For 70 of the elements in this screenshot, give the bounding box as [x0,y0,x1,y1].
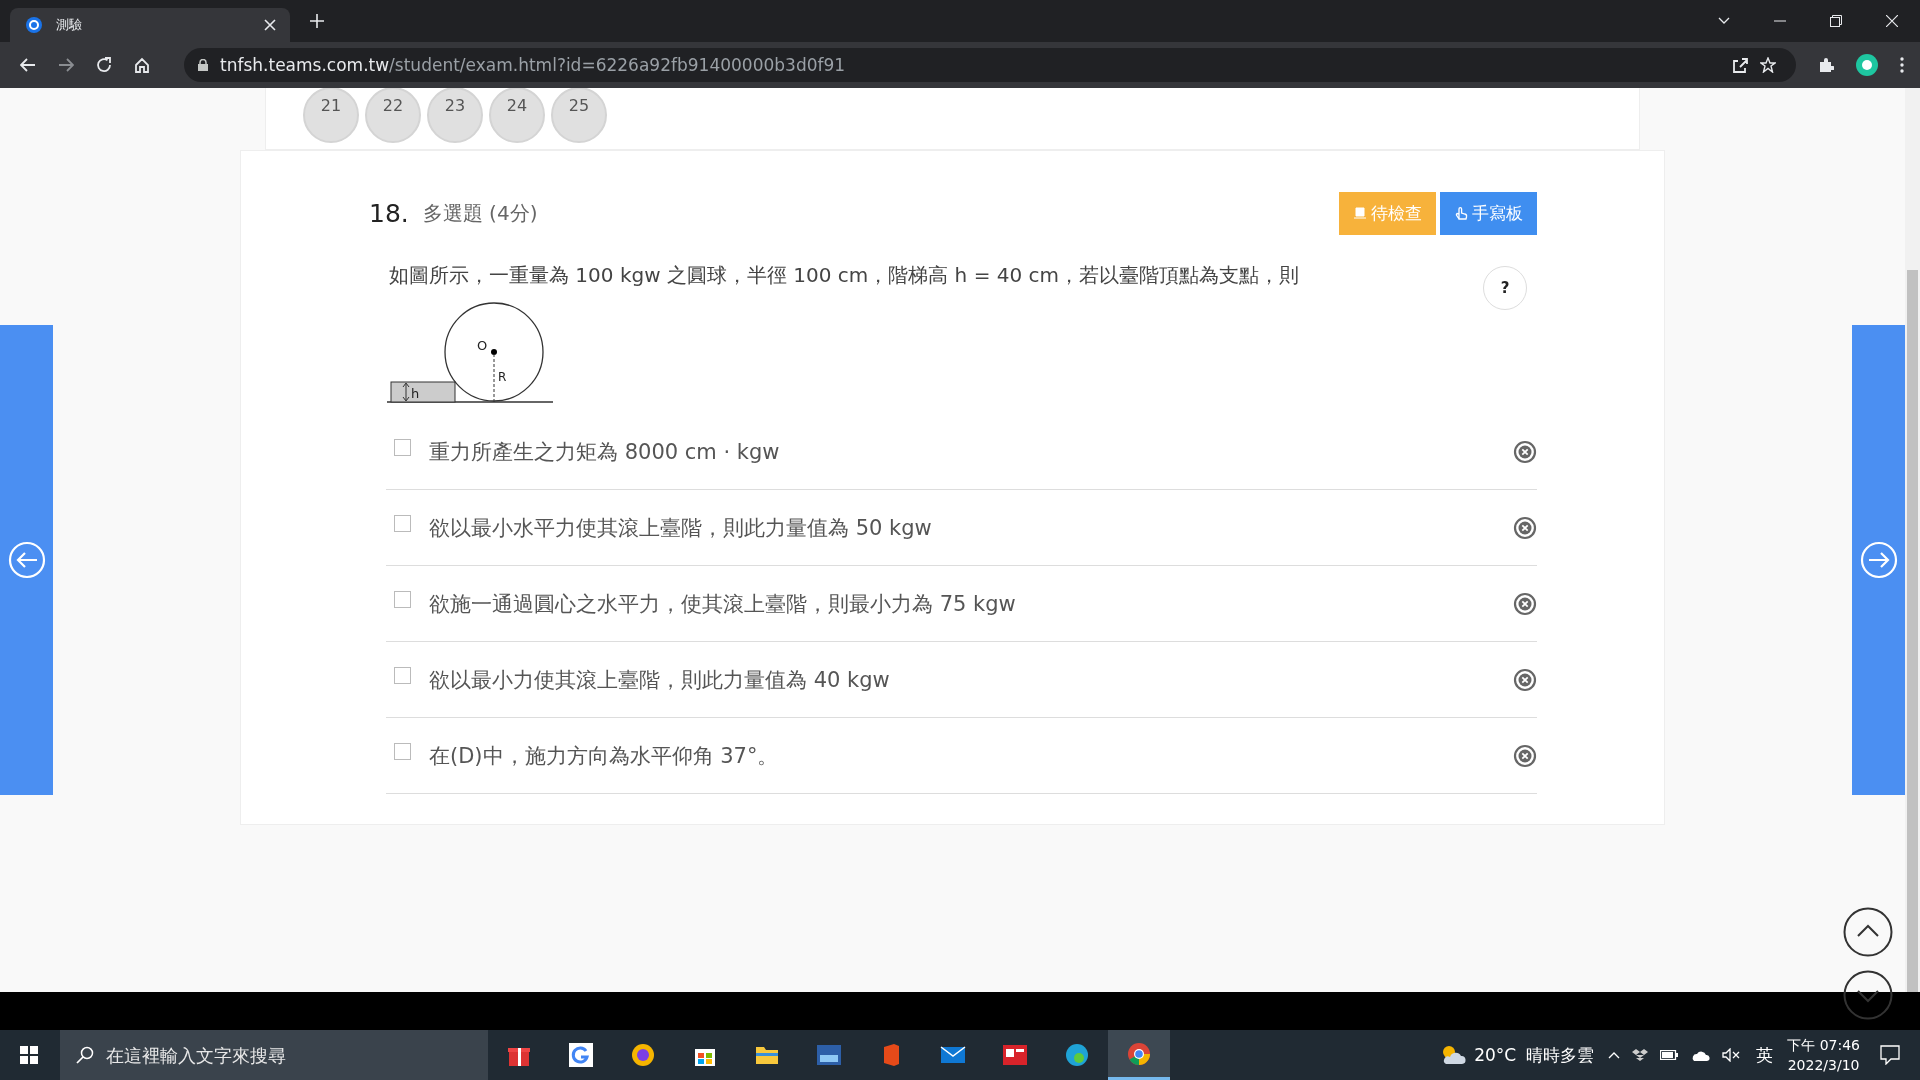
question-number-button[interactable]: 21 [303,88,359,143]
option-text: 在(D)中，施力方向為水平仰角 37°。 [429,742,779,770]
clock-date[interactable]: 2022/3/10 [1787,1055,1860,1075]
strike-option-icon[interactable] [1513,591,1537,616]
speaker-muted-icon[interactable] [1722,1048,1741,1062]
question-type: 多選題 (4分) [422,199,538,227]
forward-arrow-icon [58,58,74,72]
scroll-down-button-icon[interactable] [1843,970,1893,1020]
option-text: 重力所產生之力矩為 8000 cm · kgw [429,438,780,466]
question-number-button[interactable]: 25 [551,88,607,143]
profile-avatar-icon[interactable] [1856,54,1878,76]
right-arrow-circle-icon [1859,541,1898,579]
scrollbar-thumb[interactable] [1907,270,1918,992]
checkbox[interactable] [394,591,411,608]
tab-title: 測驗 [56,16,83,34]
address-bar[interactable]: tnfsh.teams.com.tw/student/exam.html?id=6226a92fb91400000b3d0f91 [184,48,1796,82]
option-text: 欲施一通過圓心之水平力，使其滾上臺階，則最小力為 75 kgw [429,590,1016,618]
notification-icon[interactable] [1880,1045,1900,1065]
left-arrow-circle-icon [7,541,46,579]
star-icon[interactable] [1760,57,1776,73]
handwriting-button[interactable]: 手寫板 [1440,191,1537,235]
strike-option-icon[interactable] [1513,515,1537,540]
letter-g-app-icon[interactable] [568,1042,594,1068]
question-number-button[interactable]: 22 [365,88,421,143]
checkbox[interactable] [394,743,411,760]
ball-on-step-diagram: h O R [387,302,554,403]
chevron-up-icon[interactable] [1608,1051,1621,1059]
dev-app-icon[interactable] [816,1042,842,1068]
new-tab-icon[interactable] [310,14,324,28]
help-button[interactable]: ? [1483,266,1527,310]
share-icon[interactable] [1732,57,1748,73]
taskbar-search-field[interactable]: 在這裡輸入文字來搜尋 [60,1030,488,1080]
strike-option-icon[interactable] [1513,743,1537,768]
cloud-icon[interactable] [1690,1049,1711,1061]
checkbox[interactable] [394,515,411,532]
lock-icon [198,59,208,71]
strike-option-icon[interactable] [1513,439,1537,464]
input-method-indicator[interactable]: 英 [1756,1043,1774,1067]
weather-cloud-sun-icon [1440,1044,1467,1066]
reload-icon[interactable] [96,57,112,73]
scrollbar[interactable] [1905,88,1920,992]
weather-text: 晴時多雲 [1526,1043,1595,1067]
scroll-up-button-icon[interactable] [1843,907,1893,957]
close-icon[interactable] [1886,15,1898,27]
home-icon[interactable] [134,57,150,73]
news-app-icon[interactable] [1002,1042,1028,1068]
battery-icon[interactable] [1660,1050,1679,1060]
chrome-browser-icon[interactable] [1126,1040,1152,1067]
question-number-button[interactable]: 24 [489,88,545,143]
option-text: 欲以最小力使其滾上臺階，則此力量值為 40 kgw [429,666,890,694]
question-number-button[interactable]: 23 [427,88,483,143]
restore-icon[interactable] [1830,15,1842,27]
hand-pointer-icon [1454,206,1468,220]
question-text: 如圖所示，一重量為 100 kgw 之圓球，半徑 100 cm，階梯高 h = 40 cm，若以臺階頂點為支點，則 [389,262,1301,289]
site-icon [26,17,42,33]
more-menu-icon[interactable] [1900,57,1904,73]
checkbox[interactable] [394,667,411,684]
clock-time[interactable]: 下午 07:46 [1787,1035,1860,1055]
browser-tab[interactable]: 測驗 [10,8,290,42]
windows-start-icon[interactable] [20,1046,38,1064]
temperature-text: 20°C [1474,1045,1517,1065]
question-number: 18. [369,198,409,228]
chevron-down-icon[interactable] [1718,17,1730,25]
close-icon[interactable] [264,19,276,31]
puzzle-icon[interactable] [1818,57,1834,73]
strike-option-icon[interactable] [1513,667,1537,692]
option-text: 欲以最小水平力使其滾上臺階，則此力量值為 50 kgw [429,514,932,542]
checkbox[interactable] [394,439,411,456]
url-text: tnfsh.teams.com.tw/student/exam.html?id=6226a92fb91400000b3d0f91 [220,55,846,75]
back-arrow-icon[interactable] [20,58,36,72]
